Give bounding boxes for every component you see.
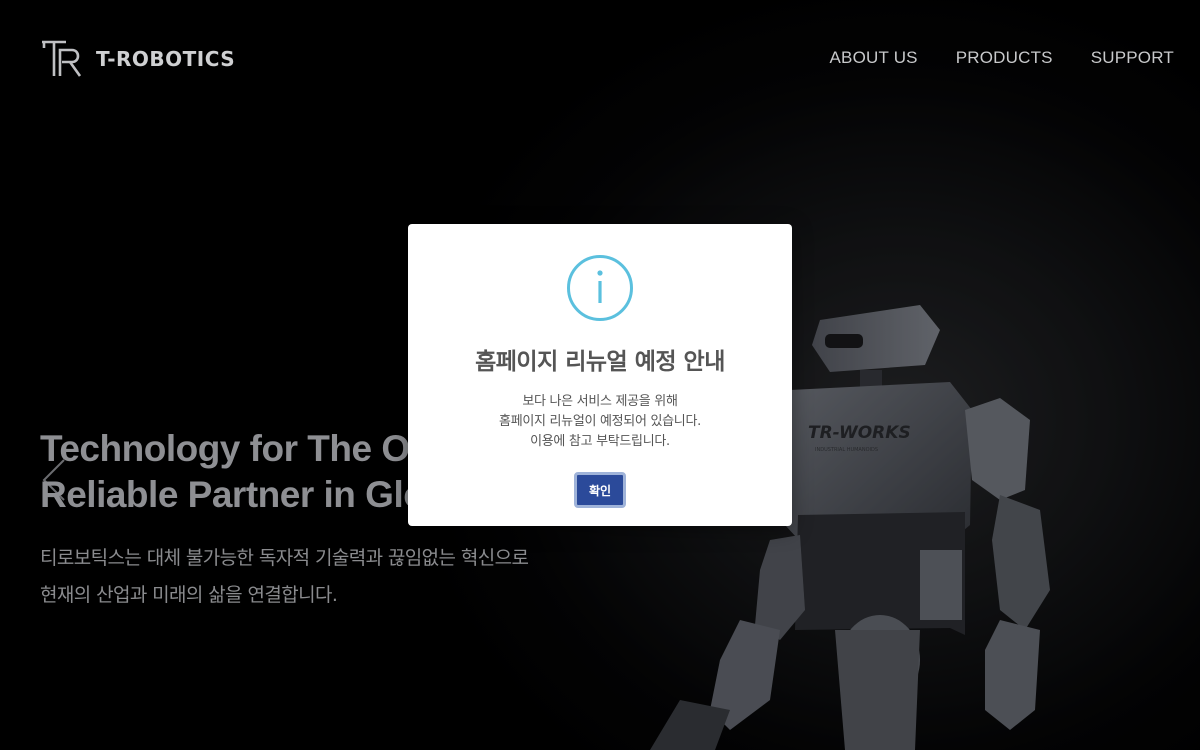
modal-body-line3: 이용에 참고 부탁드립니다.: [530, 434, 670, 449]
modal-body-line2: 홈페이지 리뉴얼이 예정되어 있습니다.: [499, 414, 701, 429]
renewal-notice-modal: 홈페이지 리뉴얼 예정 안내 보다 나은 서비스 제공을 위해 홈페이지 리뉴얼…: [408, 224, 792, 526]
modal-title: 홈페이지 리뉴얼 예정 안내: [475, 349, 725, 375]
confirm-button[interactable]: 확인: [574, 472, 626, 508]
info-icon: [567, 255, 633, 321]
modal-body: 보다 나은 서비스 제공을 위해 홈페이지 리뉴얼이 예정되어 있습니다. 이용…: [408, 392, 792, 452]
modal-body-line1: 보다 나은 서비스 제공을 위해: [522, 394, 678, 409]
